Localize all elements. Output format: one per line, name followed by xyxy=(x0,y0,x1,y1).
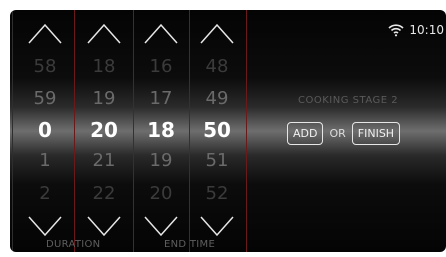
column-divider xyxy=(12,10,13,252)
chevron-up-icon[interactable] xyxy=(87,22,121,44)
spinner-value: 19 xyxy=(92,88,116,109)
column-divider xyxy=(189,10,190,252)
column-divider xyxy=(246,10,247,252)
clock-time: 10:10 xyxy=(409,23,444,37)
spinner-value: 18 xyxy=(92,56,116,77)
duration-minutes-spinner[interactable]: 18 19 20 21 22 xyxy=(79,22,129,252)
cooking-stage-label: COOKING STAGE 2 xyxy=(298,95,399,106)
spinner-value: 59 xyxy=(33,88,57,109)
spinner-selected-value: 18 xyxy=(147,118,175,142)
spinner-value: 51 xyxy=(205,150,229,171)
spinner-value: 16 xyxy=(149,56,173,77)
spinner-value: 2 xyxy=(39,183,51,204)
spinner-value: 17 xyxy=(149,88,173,109)
chevron-up-icon[interactable] xyxy=(144,22,178,44)
end-hours-spinner[interactable]: 16 17 18 19 20 xyxy=(136,22,186,252)
spinner-value: 52 xyxy=(205,183,229,204)
spinner-selected-value: 50 xyxy=(203,118,231,142)
spinner-value: 1 xyxy=(39,150,51,171)
spinner-value: 58 xyxy=(33,56,57,77)
wifi-icon xyxy=(388,24,404,37)
add-button[interactable]: ADD xyxy=(287,122,324,145)
spinner-value: 22 xyxy=(92,183,116,204)
column-divider xyxy=(133,10,134,252)
chevron-up-icon[interactable] xyxy=(200,22,234,44)
spinner-value: 49 xyxy=(205,88,229,109)
chevron-down-icon[interactable] xyxy=(200,216,234,238)
spinner-value: 20 xyxy=(149,183,173,204)
or-text: OR xyxy=(329,127,346,140)
spinner-value: 21 xyxy=(92,150,116,171)
duration-hours-spinner[interactable]: 58 59 0 1 2 xyxy=(20,22,70,252)
spinner-selected-value: 0 xyxy=(38,118,52,142)
end-minutes-spinner[interactable]: 48 49 50 51 52 xyxy=(192,22,242,252)
chevron-down-icon[interactable] xyxy=(28,216,62,238)
oven-screen: 10:10 58 59 0 1 2 18 19 20 21 22 16 17 1… xyxy=(0,0,446,257)
column-divider xyxy=(74,10,75,252)
chevron-down-icon[interactable] xyxy=(144,216,178,238)
display-panel: 10:10 58 59 0 1 2 18 19 20 21 22 16 17 1… xyxy=(10,10,446,252)
spinner-selected-value: 20 xyxy=(90,118,118,142)
spinner-value: 48 xyxy=(205,56,229,77)
chevron-up-icon[interactable] xyxy=(28,22,62,44)
duration-label: DURATION xyxy=(46,239,101,250)
finish-button[interactable]: FINISH xyxy=(351,122,401,145)
status-bar: 10:10 xyxy=(388,23,444,37)
stage-actions: ADD OR FINISH xyxy=(287,122,401,145)
spinner-value: 19 xyxy=(149,150,173,171)
end-time-label: END TIME xyxy=(164,239,216,250)
chevron-down-icon[interactable] xyxy=(87,216,121,238)
